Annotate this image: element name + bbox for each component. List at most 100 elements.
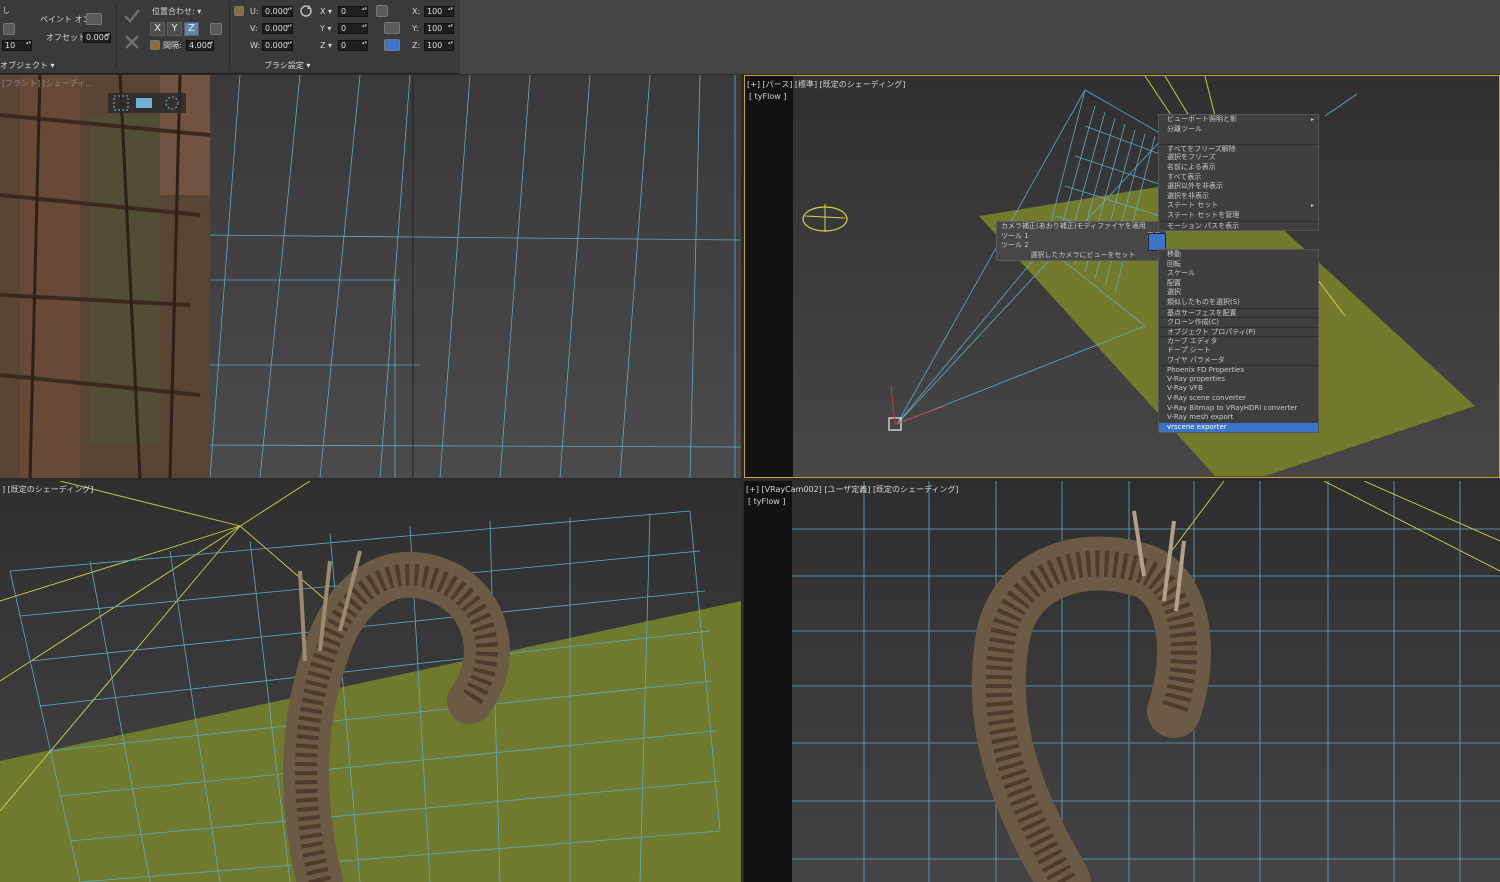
scale-mode-icon[interactable] [384, 22, 400, 34]
quad-left-item[interactable]: カメラ補正(あおり補正)モディファイヤを適用 [997, 222, 1165, 232]
scale-z-spinner[interactable]: 100 [424, 40, 454, 51]
scale-x-spinner[interactable]: 100 [424, 6, 454, 17]
paint-icon[interactable] [150, 40, 160, 50]
viewport-sublabel-tyflow[interactable]: [ tyFlow ] [748, 497, 785, 507]
ribbon-empty-area [460, 0, 1500, 74]
menu-item-vrscene-exporter[interactable]: vrscene exporter [1159, 422, 1318, 433]
menu-item[interactable]: モーション パスを表示 [1159, 220, 1318, 231]
spacing-spinner[interactable]: 4.000 [186, 40, 214, 51]
rot-x-label[interactable]: X ▾ [320, 7, 332, 17]
menu-item[interactable]: ドープ シート [1159, 346, 1318, 356]
rot-z-label[interactable]: Z ▾ [320, 41, 332, 51]
toolbar-separator [229, 3, 230, 69]
quad-left-label: ツール 2 [1001, 241, 1029, 249]
scale-y-label: Y: [412, 24, 419, 33]
w-label: W: [250, 41, 261, 50]
rot-x-text: X [320, 7, 326, 16]
bottom-left-viewport-scene [0, 481, 741, 882]
scale-x-label: X: [412, 7, 421, 16]
viewport-label-perspective[interactable]: [+] [パース] [標準] [既定のシェーディング] [747, 80, 905, 90]
menu-item[interactable]: 基点サーフェスを配置 [1159, 307, 1318, 318]
menu-item[interactable]: すべて表示 [1159, 173, 1318, 183]
menu-item[interactable]: Phoenix FD Properties [1159, 365, 1318, 375]
quad-left-item[interactable]: ツール 2変換 [997, 241, 1165, 251]
menu-item[interactable]: 選択 [1159, 288, 1318, 298]
viewport-label-bottom-left[interactable]: ] [既定のシェーディング] [2, 485, 93, 495]
tree-trunk-model [0, 75, 211, 478]
rotate-icon[interactable] [299, 4, 313, 18]
dragon-model [971, 510, 1211, 882]
viewport-front[interactable]: [フラント] [シェーディ... [0, 75, 741, 478]
rot-y-label[interactable]: Y ▾ [320, 24, 331, 34]
object-group-dropdown[interactable]: オブジェクト ▾ [0, 60, 55, 72]
v-spinner[interactable]: 0.000 [262, 23, 293, 34]
axis-x-button[interactable]: X [150, 22, 165, 36]
menu-item[interactable]: 回転 [1159, 260, 1318, 270]
viewport-label-front[interactable]: [フラント] [シェーディ... [2, 79, 93, 89]
menu-item[interactable]: ステート セット [1159, 201, 1318, 211]
menu-item[interactable]: V-Ray properties [1159, 375, 1318, 385]
grid-lines [792, 481, 1500, 882]
count-spinner[interactable]: 10 [2, 40, 32, 51]
menu-item[interactable]: V-Ray scene converter [1159, 394, 1318, 404]
camera-icon[interactable] [384, 39, 400, 51]
menu-item[interactable]: オブジェクト プロパティ(P) [1159, 326, 1318, 337]
cross-icon[interactable] [122, 32, 142, 52]
w-spinner[interactable]: 0.000 [262, 40, 293, 51]
menu-item[interactable]: 選択以外を非表示 [1159, 182, 1318, 192]
quad-left-label: 選択したカメラにビューをセット [1030, 250, 1136, 259]
u-label: U: [250, 7, 259, 16]
menu-item[interactable]: カーブ エディタ [1159, 336, 1318, 346]
viewport-camera-left[interactable]: ] [既定のシェーディング] [0, 481, 741, 882]
menu-item[interactable]: ワイヤ パラメータ [1159, 356, 1318, 366]
edge-label: し [2, 6, 10, 15]
rot-z-spinner[interactable]: 0 [338, 40, 368, 51]
object-group-label: オブジェクト [0, 61, 48, 70]
light-helper-icon[interactable] [802, 204, 848, 232]
quad-menu-right-top: ビューポート照明と影 分離ツール すべてをフリーズ解除 選択をフリーズ 名前によ… [1158, 114, 1319, 232]
menu-item[interactable]: V-Ray Bitmap to VRayHDRI converter [1159, 404, 1318, 414]
rot-x-spinner[interactable]: 0 [338, 6, 368, 17]
menu-item[interactable]: 名前による表示 [1159, 163, 1318, 173]
menu-item[interactable]: 選択をフリーズ [1159, 153, 1318, 163]
menu-item[interactable]: ステート セットを管理 [1159, 211, 1318, 221]
viewport-nav-gizmo[interactable] [108, 93, 186, 113]
brush-color-icon[interactable] [234, 6, 244, 16]
u-spinner[interactable]: 0.000 [262, 6, 293, 17]
axis-z-button[interactable]: Z [184, 22, 199, 36]
paint-brush-icon[interactable] [3, 23, 15, 35]
quad-left-label: カメラ補正(あおり補正)モディファイヤを適用 [1001, 222, 1146, 230]
menu-item [1159, 134, 1318, 144]
menu-item[interactable]: ビューポート照明と影 [1159, 115, 1318, 125]
menu-item[interactable]: 配置 [1159, 279, 1318, 289]
viewport-vraycam[interactable]: [+] [VRayCam002] [ユーザ定義] [既定のシェーディング] [ … [744, 481, 1500, 882]
viewport-label-vraycam[interactable]: [+] [VRayCam002] [ユーザ定義] [既定のシェーディング] [746, 485, 959, 495]
v-label: V: [250, 24, 258, 33]
rot-z-text: Z [320, 41, 326, 50]
menu-item[interactable]: 選択を非表示 [1159, 192, 1318, 202]
menu-item[interactable]: 移動 [1159, 250, 1318, 260]
menu-item[interactable]: 類似したものを選択(S) [1159, 298, 1318, 308]
grid-snap-icon[interactable] [210, 23, 222, 35]
menu-item[interactable]: すべてをフリーズ解除 [1159, 143, 1318, 154]
align-label[interactable]: 位置合わせ: ▾ [152, 7, 201, 17]
menu-item[interactable]: スケール [1159, 269, 1318, 279]
quad-left-item[interactable]: 選択したカメラにビューをセット [997, 251, 1165, 261]
viewport-sublabel-tyflow[interactable]: [ tyFlow ] [749, 92, 786, 102]
scale-y-spinner[interactable]: 100 [424, 23, 454, 34]
move-icon[interactable] [376, 5, 388, 17]
quad-left-item[interactable]: ツール 1表示 [997, 232, 1165, 242]
check-icon[interactable] [122, 6, 142, 26]
scale-z-label: Z: [412, 41, 421, 50]
menu-item[interactable]: V-Ray mesh export [1159, 413, 1318, 423]
rot-y-spinner[interactable]: 0 [338, 23, 368, 34]
viewport-perspective[interactable]: [+] [パース] [標準] [既定のシェーディング] [ tyFlow ] カ… [744, 75, 1500, 478]
menu-item[interactable]: クローン作成(C) [1159, 317, 1318, 327]
menu-item[interactable]: V-Ray VFB [1159, 384, 1318, 394]
paint-on-dropdown-icon[interactable] [86, 13, 102, 25]
grid-lines [199, 75, 741, 478]
brush-settings-dropdown[interactable]: ブラシ設定 ▾ [264, 60, 310, 72]
menu-item[interactable]: 分離ツール [1159, 125, 1318, 135]
axis-y-button[interactable]: Y [167, 22, 182, 36]
offset-spinner[interactable]: 0.000 [83, 32, 111, 43]
